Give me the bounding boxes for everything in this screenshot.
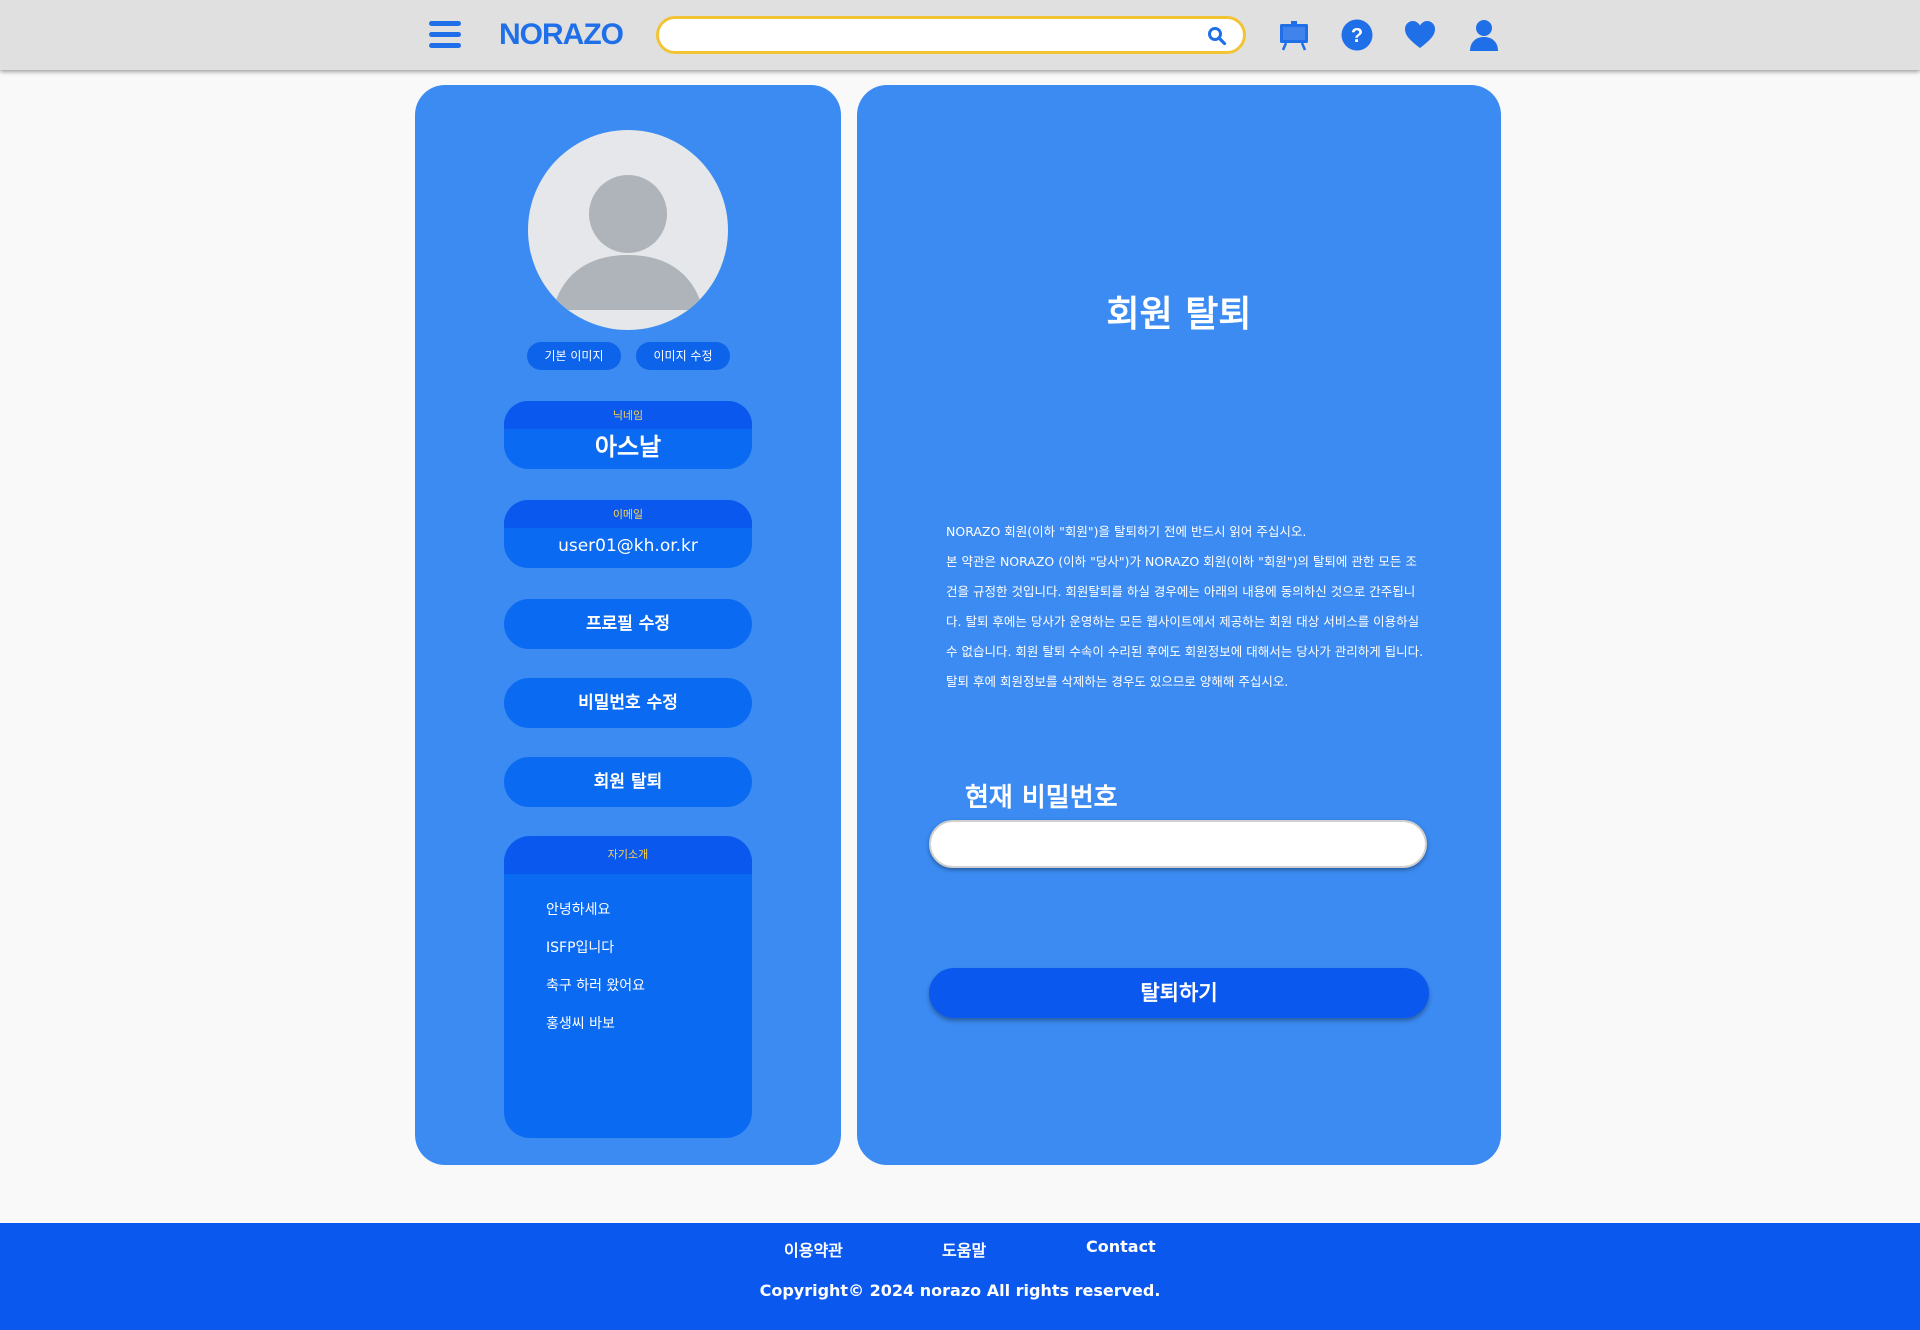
avatar bbox=[528, 130, 728, 330]
page-title: 회원 탈퇴 bbox=[1106, 294, 1252, 335]
intro-line: 안녕하세요 bbox=[546, 902, 611, 918]
board-icon[interactable] bbox=[1277, 18, 1311, 52]
nickname-value: 아스날 bbox=[594, 433, 662, 461]
withdraw-submit-button[interactable]: 탈퇴하기 bbox=[929, 968, 1429, 1018]
edit-image-button[interactable]: 이미지 수정 bbox=[636, 342, 730, 370]
change-password-button[interactable]: 비밀번호 수정 bbox=[504, 678, 752, 728]
default-image-button[interactable]: 기본 이미지 bbox=[527, 342, 621, 370]
intro-line: 홍생씨 바보 bbox=[546, 1016, 615, 1032]
intro-line: 축구 하러 왔어요 bbox=[546, 978, 646, 994]
nickname-label: 닉네임 bbox=[504, 401, 752, 429]
search-icon[interactable] bbox=[1207, 26, 1227, 46]
password-label: 현재 비밀번호 bbox=[965, 783, 1118, 813]
withdraw-notice: NORAZO 회원(이하 "회원")을 탈퇴하기 전에 반드시 읽어 주십시오.… bbox=[946, 517, 1424, 697]
search-input[interactable] bbox=[673, 23, 1197, 49]
top-header: NORAZO ? bbox=[0, 0, 1920, 70]
intro-box: 자기소개 안녕하세요 ISFP입니다 축구 하러 왔어요 홍생씨 바보 bbox=[504, 836, 752, 1138]
edit-profile-button[interactable]: 프로필 수정 bbox=[504, 599, 752, 649]
help-link[interactable]: 도움말 bbox=[942, 1237, 986, 1261]
svg-text:?: ? bbox=[1351, 25, 1363, 47]
heart-icon[interactable] bbox=[1403, 18, 1437, 52]
intro-line: ISFP입니다 bbox=[546, 940, 615, 956]
withdraw-menu-button[interactable]: 회원 탈퇴 bbox=[504, 757, 752, 807]
search-bar bbox=[656, 16, 1246, 54]
terms-link[interactable]: 이용약관 bbox=[784, 1237, 843, 1261]
email-box: 이메일 user01@kh.or.kr bbox=[504, 500, 752, 568]
email-label: 이메일 bbox=[504, 500, 752, 528]
intro-list: 안녕하세요 ISFP입니다 축구 하러 왔어요 홍생씨 바보 bbox=[504, 874, 752, 1050]
contact-link[interactable]: Contact bbox=[1086, 1237, 1156, 1256]
notice-heading: NORAZO 회원(이하 "회원")을 탈퇴하기 전에 반드시 읽어 주십시오. bbox=[946, 524, 1307, 539]
footer: 이용약관 도움말 Contact Copyright© 2024 norazo … bbox=[0, 1223, 1920, 1330]
user-icon[interactable] bbox=[1467, 18, 1501, 52]
default-avatar-icon bbox=[553, 175, 703, 310]
logo[interactable]: NORAZO bbox=[499, 16, 624, 54]
nickname-box: 닉네임 아스날 bbox=[504, 401, 752, 469]
help-icon[interactable]: ? bbox=[1340, 18, 1374, 52]
intro-label: 자기소개 bbox=[504, 836, 752, 874]
current-password-input[interactable] bbox=[929, 820, 1427, 868]
profile-panel: 기본 이미지 이미지 수정 닉네임 아스날 이메일 user01@kh.or.k… bbox=[415, 85, 841, 1165]
copyright: Copyright© 2024 norazo All rights reserv… bbox=[759, 1281, 1161, 1300]
email-value: user01@kh.or.kr bbox=[558, 536, 698, 556]
menu-icon[interactable] bbox=[429, 21, 461, 49]
notice-body: 본 약관은 NORAZO (이하 "당사")가 NORAZO 회원(이하 "회원… bbox=[946, 554, 1424, 689]
withdraw-panel: 회원 탈퇴 NORAZO 회원(이하 "회원")을 탈퇴하기 전에 반드시 읽어… bbox=[857, 85, 1501, 1165]
